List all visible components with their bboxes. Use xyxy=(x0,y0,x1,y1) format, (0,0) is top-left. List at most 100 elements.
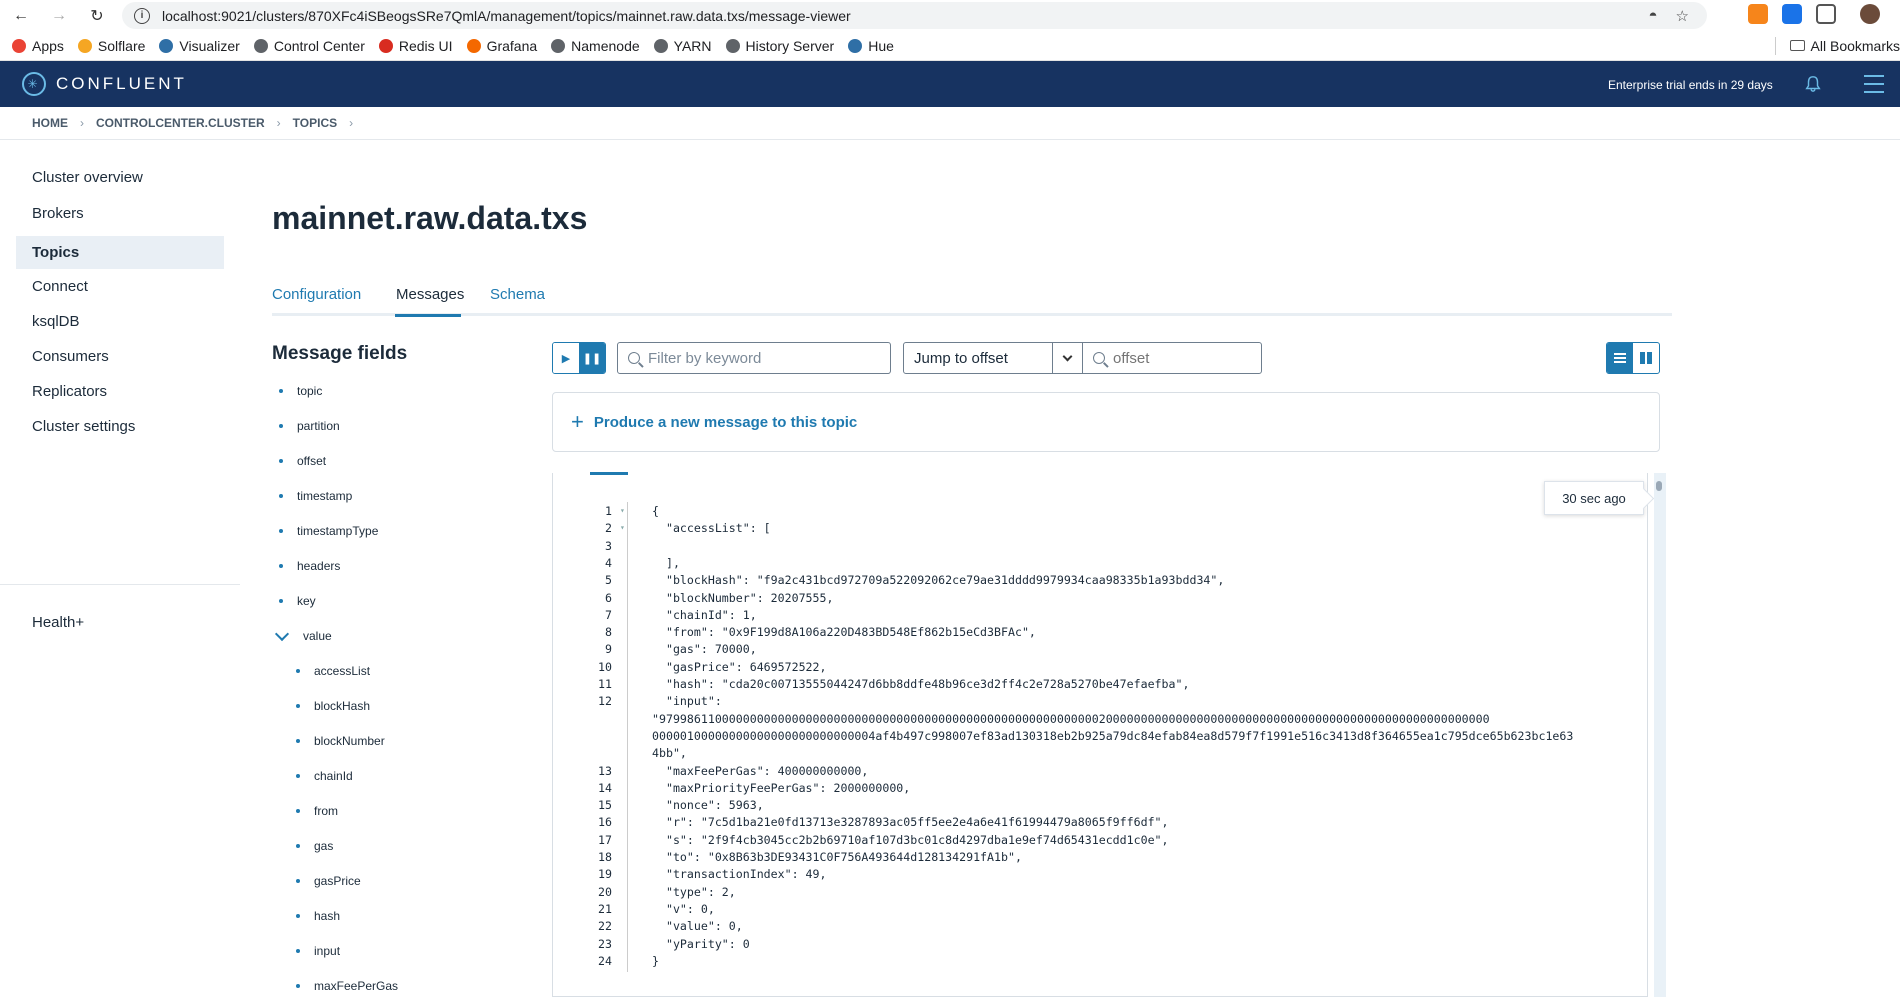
breadcrumb-topics[interactable]: TOPICS xyxy=(293,116,337,130)
bullet-icon xyxy=(279,389,283,393)
bell-icon[interactable] xyxy=(1804,75,1822,93)
field-item-accesslist[interactable]: accessList xyxy=(296,664,370,678)
translate-icon[interactable]: ◓ xyxy=(1648,7,1657,25)
card-view-button[interactable] xyxy=(1633,343,1659,373)
sidebar-item-topics[interactable]: Topics xyxy=(16,236,224,269)
bullet-icon xyxy=(296,914,300,918)
chevron-down-icon[interactable] xyxy=(274,626,290,641)
line-number: 11 xyxy=(598,677,612,691)
sidebar-item-ksqldb[interactable]: ksqlDB xyxy=(16,305,224,338)
bookmark-visualizer[interactable]: Visualizer xyxy=(159,38,240,54)
chevron-down-icon[interactable] xyxy=(1052,343,1082,373)
bookmark-favicon-icon xyxy=(159,38,174,53)
metamask-extension-icon[interactable] xyxy=(1748,4,1768,24)
sidebar-item-replicators[interactable]: Replicators xyxy=(16,375,224,408)
tab-schema[interactable]: Schema xyxy=(490,286,545,303)
field-label: topic xyxy=(297,384,323,398)
back-arrow-icon[interactable]: ← xyxy=(10,5,32,27)
field-item-offset[interactable]: offset xyxy=(279,454,326,468)
field-item-from[interactable]: from xyxy=(296,804,338,818)
field-item-blockhash[interactable]: blockHash xyxy=(296,699,370,713)
bookmark-label: Apps xyxy=(32,37,64,54)
message-scrollbar-thumb[interactable] xyxy=(1656,481,1662,491)
offset-field[interactable] xyxy=(1082,342,1312,374)
extensions-puzzle-icon[interactable] xyxy=(1816,4,1836,24)
field-item-key[interactable]: key xyxy=(279,594,316,608)
sidebar: Health+ Cluster overview Brokers Topics Con… xyxy=(0,140,240,1005)
sidebar-item-brokers[interactable]: Brokers xyxy=(16,197,224,230)
bookmark-star-icon[interactable]: ☆ xyxy=(1676,7,1689,25)
sidebar-item-health[interactable]: Health+ xyxy=(16,606,224,639)
field-item-maxfeepergas[interactable]: maxFeePerGas xyxy=(296,979,398,993)
filter-keyword-input[interactable] xyxy=(648,349,868,367)
profile-avatar[interactable] xyxy=(1860,4,1880,24)
produce-message-button[interactable]: + Produce a new message to this topic xyxy=(552,392,1660,452)
field-item-gasprice[interactable]: gasPrice xyxy=(296,874,361,888)
field-label: input xyxy=(314,944,341,958)
forward-arrow-icon[interactable]: → xyxy=(48,5,70,27)
bookmark-control-center[interactable]: Control Center xyxy=(253,38,365,54)
field-item-gas[interactable]: gas xyxy=(296,839,333,853)
fold-toggle-icon[interactable]: ▾ xyxy=(620,506,625,515)
sidebar-item-cluster-overview[interactable]: Cluster overview xyxy=(16,161,224,194)
code-line: "hash": "cda20c00713555044247d6bb8ddfe48… xyxy=(652,677,1190,691)
site-info-icon[interactable]: i xyxy=(134,7,150,24)
chevron-right-icon: › xyxy=(276,116,281,130)
offset-input[interactable] xyxy=(1113,349,1312,367)
bookmark-solflare[interactable]: Solflare xyxy=(77,38,145,54)
field-label: gas xyxy=(314,839,334,853)
bookmark-hue[interactable]: Hue xyxy=(848,38,894,54)
message-tab-indicator xyxy=(590,472,628,475)
field-item-timestamptype[interactable]: timestampType xyxy=(279,524,378,538)
code-line: "979986110000000000000000000000000000000… xyxy=(652,711,1490,726)
tab-messages[interactable]: Messages xyxy=(396,286,464,303)
sidebar-item-connect[interactable]: Connect xyxy=(16,270,224,303)
jump-to-offset-select[interactable]: Jump to offset xyxy=(903,342,1083,374)
menu-hamburger-icon[interactable] xyxy=(1864,75,1884,93)
list-view-button[interactable] xyxy=(1607,343,1633,373)
field-item-timestamp[interactable]: timestamp xyxy=(279,489,352,503)
line-number: 7 xyxy=(605,607,612,622)
field-item-input[interactable]: input xyxy=(296,944,340,958)
bookmark-namenode[interactable]: Namenode xyxy=(551,38,640,54)
field-item-hash[interactable]: hash xyxy=(296,909,340,923)
tab-configuration[interactable]: Configuration xyxy=(272,286,361,303)
sidebar-item-consumers[interactable]: Consumers xyxy=(16,340,224,373)
code-line: "to": "0x8B63b3DE93431C0F756A493644d1281… xyxy=(652,850,1022,864)
field-item-chainid[interactable]: chainId xyxy=(296,769,353,783)
bullet-icon xyxy=(279,564,283,568)
confluent-logo[interactable]: ✳ CONFLUENT xyxy=(22,72,187,96)
breadcrumb-home[interactable]: HOME xyxy=(32,116,68,130)
message-scrollbar[interactable] xyxy=(1654,473,1666,997)
field-label: key xyxy=(297,594,316,608)
filter-keyword-field[interactable] xyxy=(617,342,891,374)
field-item-partition[interactable]: partition xyxy=(279,419,340,433)
line-number: 17 xyxy=(598,832,612,847)
all-bookmarks-button[interactable]: All Bookmarks xyxy=(1774,36,1900,55)
field-label: timestamp xyxy=(297,489,353,503)
reload-icon[interactable]: ↻ xyxy=(86,5,108,27)
pause-button[interactable]: ❚❚ xyxy=(579,343,605,373)
field-item-headers[interactable]: headers xyxy=(279,559,340,573)
field-item-value[interactable]: value xyxy=(274,626,332,643)
bullet-icon xyxy=(296,774,300,778)
line-number: 19 xyxy=(598,867,612,882)
breadcrumb-cluster[interactable]: CONTROLCENTER.CLUSTER xyxy=(96,116,265,130)
bullet-icon xyxy=(296,739,300,743)
play-button[interactable]: ▶ xyxy=(553,343,579,373)
bookmark-history-server[interactable]: History Server xyxy=(725,38,834,54)
line-number: 10 xyxy=(598,659,612,674)
bookmark-grafana[interactable]: Grafana xyxy=(466,38,537,54)
bookmark-redis-ui[interactable]: Redis UI xyxy=(378,38,453,54)
line-number: 5 xyxy=(605,573,612,588)
field-item-blocknumber[interactable]: blockNumber xyxy=(296,734,385,748)
bookmark-apps[interactable]: Apps xyxy=(12,38,64,54)
code-line: } xyxy=(652,953,659,968)
field-item-topic[interactable]: topic xyxy=(279,384,322,398)
sidebar-item-cluster-settings[interactable]: Cluster settings xyxy=(16,410,224,443)
view-mode-toggle xyxy=(1606,342,1660,374)
address-bar[interactable]: i localhost:9021/clusters/870XFc4iSBeogs… xyxy=(122,2,1707,29)
k-extension-icon[interactable] xyxy=(1782,4,1802,24)
bookmark-yarn[interactable]: YARN xyxy=(653,38,712,54)
fold-toggle-icon[interactable]: ▾ xyxy=(620,523,625,532)
